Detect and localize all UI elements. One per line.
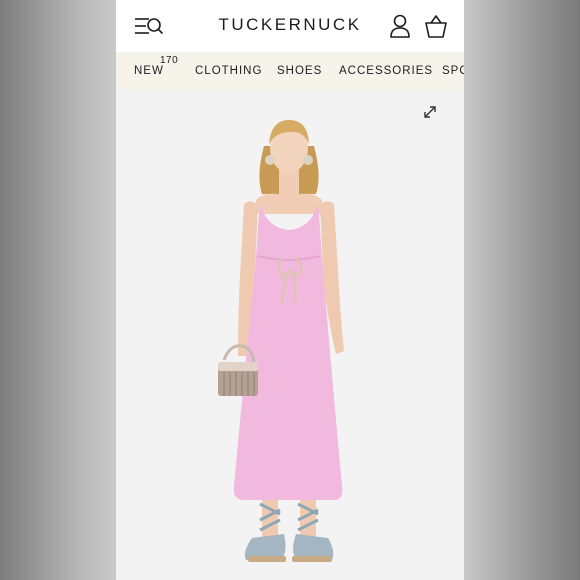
phone-screen: TUCKERNUCK 170 NEW CLOTHING SHOES ACCESS… (116, 0, 464, 580)
left-backdrop (0, 0, 116, 580)
bag-button[interactable] (423, 13, 449, 39)
nav-item-shoes[interactable]: SHOES (277, 65, 322, 77)
nav-item-sport[interactable]: SPO (442, 65, 464, 77)
account-button[interactable] (388, 13, 412, 39)
category-nav: 170 NEW CLOTHING SHOES ACCESSORIES SPO (116, 52, 464, 90)
expand-button[interactable] (420, 102, 440, 122)
product-image-area[interactable] (116, 90, 464, 580)
shopping-bag-icon (425, 15, 447, 38)
user-icon (390, 14, 410, 38)
model-photo (218, 120, 344, 562)
expand-icon (424, 106, 436, 118)
right-backdrop (464, 0, 580, 580)
nav-item-clothing[interactable]: CLOTHING (195, 65, 262, 77)
site-header: TUCKERNUCK (116, 0, 464, 52)
nav-item-accessories[interactable]: ACCESSORIES (339, 65, 433, 77)
nav-item-new[interactable]: NEW (134, 65, 164, 77)
